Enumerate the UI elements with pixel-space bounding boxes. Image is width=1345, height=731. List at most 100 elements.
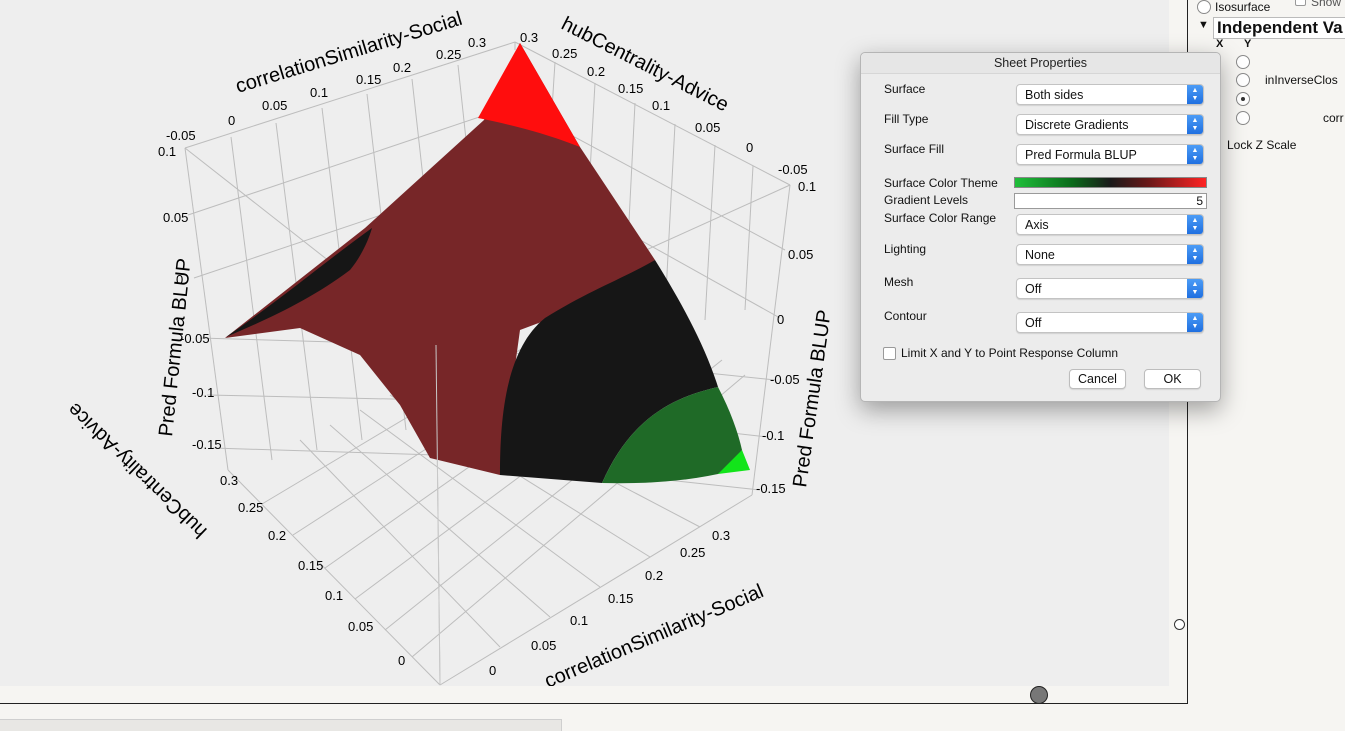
tick-label-x-back: 0.3 <box>468 35 486 50</box>
surface-color-theme-label: Surface Color Theme <box>884 176 998 190</box>
dialog-title: Sheet Properties <box>861 53 1220 74</box>
tick-label-z-right: 0.05 <box>788 247 813 262</box>
surface-value: Both sides <box>1025 88 1084 102</box>
fill-type-label: Fill Type <box>884 112 929 126</box>
mesh-label: Mesh <box>884 275 914 289</box>
tick-label-y-back: 0.3 <box>520 30 538 45</box>
contour-select[interactable]: Off ▲ ▼ <box>1016 312 1204 333</box>
pane-divider-horizontal <box>0 703 1188 704</box>
tick-label-y-back: -0.05 <box>778 162 808 177</box>
tick-label-z-right: -0.05 <box>770 372 800 387</box>
surface-fill-label: Surface Fill <box>884 142 945 156</box>
contour-value: Off <box>1025 316 1042 330</box>
tick-label-y-front: 0.25 <box>238 500 263 515</box>
surface-mesh <box>225 43 750 686</box>
lighting-value: None <box>1025 248 1055 262</box>
limit-xy-label[interactable]: Limit X and Y to Point Response Column <box>901 346 1118 360</box>
tick-label-x-back: 0.25 <box>436 47 461 62</box>
contour-label: Contour <box>884 309 927 323</box>
select-arrows-icon: ▲ ▼ <box>1187 215 1203 234</box>
variable-label-1: inInverseClos <box>1265 73 1338 87</box>
tick-label-y-back: 0.1 <box>652 98 670 113</box>
cancel-button[interactable]: Cancel <box>1069 369 1126 389</box>
bottom-scrollbar[interactable] <box>0 719 562 731</box>
variable-label-2: corr <box>1323 111 1344 125</box>
surface-color-range-label: Surface Color Range <box>884 211 997 225</box>
tick-label-z-left: -0.05 <box>180 331 210 346</box>
tick-label-z-right: 0.1 <box>798 179 816 194</box>
tick-label-y-front: 0.15 <box>298 558 323 573</box>
isosurface-label: Isosurface <box>1215 0 1271 14</box>
tick-label-y-front: 0.3 <box>220 473 238 488</box>
tick-label-x-front: 0.05 <box>531 638 556 653</box>
select-arrows-icon: ▲ ▼ <box>1187 85 1203 104</box>
tick-label-x-back: 0.1 <box>310 85 328 100</box>
tick-label-y-front: 0 <box>398 653 405 668</box>
tick-label-z-left: -0.1 <box>192 385 214 400</box>
tick-label-x-back: 0.15 <box>356 72 381 87</box>
gradient-levels-label: Gradient Levels <box>884 193 969 207</box>
slider-knob[interactable] <box>1030 686 1048 704</box>
y-radio-2[interactable] <box>1236 73 1250 87</box>
y-axis-title-front: hubCentrality-Advice <box>63 398 211 542</box>
tick-label-y-back: 0.25 <box>552 46 577 61</box>
surface-fill-select[interactable]: Pred Formula BLUP ▲ ▼ <box>1016 144 1204 165</box>
surface-color-theme-swatch[interactable] <box>1014 177 1207 188</box>
select-arrows-icon: ▲ ▼ <box>1187 145 1203 164</box>
tick-label-x-back: -0.05 <box>166 128 196 143</box>
lock-z-scale-label[interactable]: Lock Z Scale <box>1227 138 1296 152</box>
y-axis-title-back: hubCentrality-Advice <box>558 13 732 116</box>
tick-label-x-back: 0 <box>228 113 235 128</box>
y-radio-1[interactable] <box>1236 55 1250 69</box>
fill-type-value: Discrete Gradients <box>1025 118 1129 132</box>
ok-button[interactable]: OK <box>1144 369 1201 389</box>
column-x-label: X <box>1216 38 1224 50</box>
tick-label-z-right: 0 <box>777 312 784 327</box>
tick-label-y-back: 0.05 <box>695 120 720 135</box>
tick-label-z-right: -0.15 <box>756 481 786 496</box>
tick-label-y-front: 0.05 <box>348 619 373 634</box>
gradient-levels-input[interactable]: 5 <box>1014 193 1207 209</box>
limit-xy-checkbox[interactable] <box>883 347 896 360</box>
tick-label-x-front: 0.1 <box>570 613 588 628</box>
surface-color-range-value: Axis <box>1025 218 1049 232</box>
column-y-label: Y <box>1244 38 1252 50</box>
tick-label-z-left: 0 <box>176 272 183 287</box>
surface-select[interactable]: Both sides ▲ ▼ <box>1016 84 1204 105</box>
sheet-properties-dialog: Sheet Properties Surface Both sides ▲ ▼ Fi… <box>860 52 1221 402</box>
surface-color-range-select[interactable]: Axis ▲ ▼ <box>1016 214 1204 235</box>
tick-label-y-back: 0 <box>746 140 753 155</box>
select-arrows-icon: ▲ ▼ <box>1187 313 1203 332</box>
resize-handle[interactable] <box>1174 619 1185 630</box>
select-arrows-icon: ▲ ▼ <box>1187 245 1203 264</box>
independent-variables-header[interactable]: Independent Va <box>1213 17 1345 39</box>
show-label: Show <box>1311 0 1342 9</box>
disclosure-triangle-icon[interactable]: ▼ <box>1198 19 1209 31</box>
mesh-select[interactable]: Off ▲ ▼ <box>1016 278 1204 299</box>
isosurface-radio[interactable] <box>1197 0 1211 14</box>
tick-label-z-right: -0.1 <box>762 428 784 443</box>
y-radio-3[interactable] <box>1236 92 1250 106</box>
tick-label-x-front: 0.3 <box>712 528 730 543</box>
x-axis-title-front: correlationSimilarity-Social <box>541 580 766 686</box>
tick-label-x-front: 0.2 <box>645 568 663 583</box>
surface-label: Surface <box>884 82 926 96</box>
lighting-select[interactable]: None ▲ ▼ <box>1016 244 1204 265</box>
tick-label-z-left: 0.1 <box>158 144 176 159</box>
tick-label-y-front: 0.2 <box>268 528 286 543</box>
tick-label-y-front: 0.1 <box>325 588 343 603</box>
tick-label-x-back: 0.05 <box>262 98 287 113</box>
tick-label-y-back: 0.15 <box>618 81 643 96</box>
tick-label-x-back: 0.2 <box>393 60 411 75</box>
tick-label-y-back: 0.2 <box>587 64 605 79</box>
tick-label-x-front: 0.15 <box>608 591 633 606</box>
z-axis-title-right: Pred Formula BLUP <box>789 308 836 488</box>
tick-label-x-front: 0 <box>489 663 496 678</box>
tick-label-x-front: 0.25 <box>680 545 705 560</box>
select-arrows-icon: ▲ ▼ <box>1187 279 1203 298</box>
show-checkbox[interactable] <box>1295 0 1306 6</box>
y-radio-4[interactable] <box>1236 111 1250 125</box>
fill-type-select[interactable]: Discrete Gradients ▲ ▼ <box>1016 114 1204 135</box>
mesh-value: Off <box>1025 282 1042 296</box>
lighting-label: Lighting <box>884 242 927 256</box>
